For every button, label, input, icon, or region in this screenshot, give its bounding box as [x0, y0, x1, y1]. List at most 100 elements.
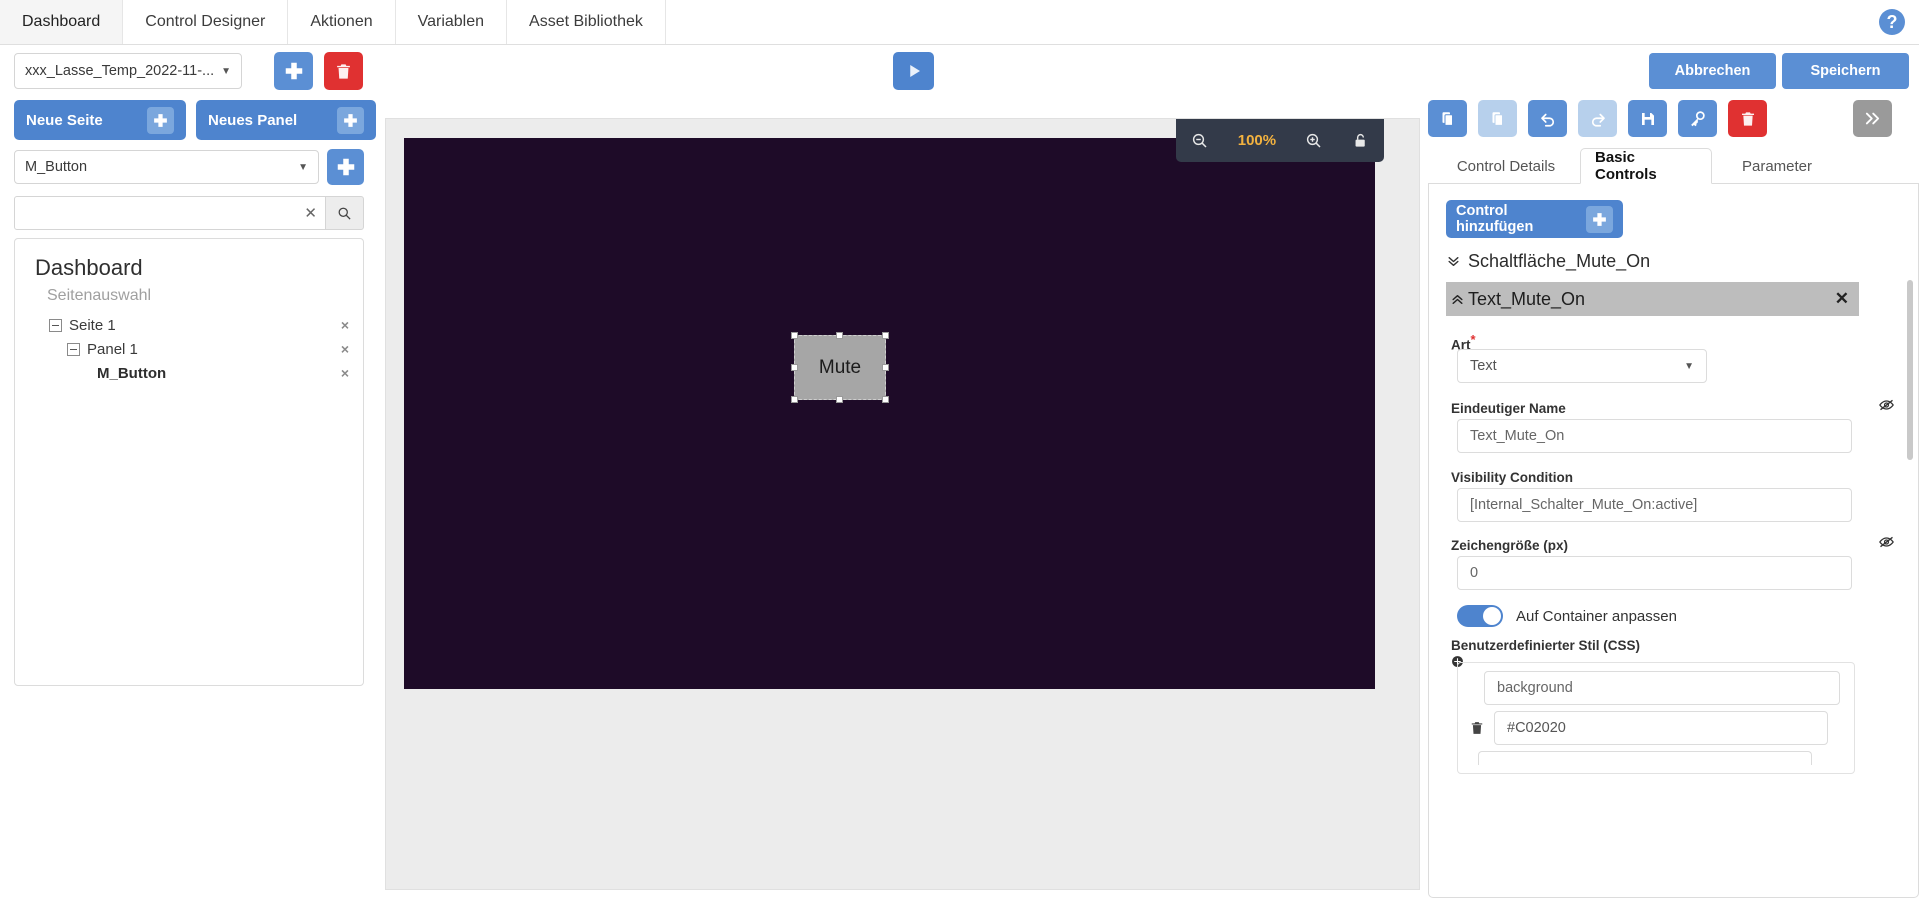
tree-node-remove-icon[interactable]: ×	[341, 365, 349, 381]
new-page-button[interactable]: Neue Seite	[14, 100, 186, 140]
search-input[interactable]: ✕	[14, 196, 326, 230]
nav-tab-variablen[interactable]: Variablen	[396, 0, 508, 44]
css-property-value: background	[1497, 680, 1573, 696]
paste-button[interactable]	[1478, 100, 1517, 137]
zoom-out-icon[interactable]	[1191, 132, 1209, 150]
unique-name-value: Text_Mute_On	[1470, 428, 1565, 444]
properties-toolbar	[1428, 100, 1919, 140]
trash-icon	[1741, 111, 1754, 126]
play-icon	[909, 65, 920, 77]
save-control-button[interactable]	[1628, 100, 1667, 137]
css-value-input[interactable]: #C02020	[1494, 711, 1828, 745]
undo-icon	[1540, 113, 1554, 127]
zoom-toolbar: 100%	[1176, 119, 1384, 162]
delete-project-button[interactable]	[324, 52, 363, 90]
nav-tab-control-designer-label: Control Designer	[145, 13, 266, 30]
nav-tab-aktionen[interactable]: Aktionen	[288, 0, 396, 44]
preview-play-button[interactable]	[893, 52, 934, 90]
floppy-save-icon	[1641, 112, 1654, 125]
search-icon	[338, 207, 351, 220]
dashboard-canvas[interactable]: Mute	[404, 138, 1375, 689]
resize-handle-e[interactable]	[882, 363, 889, 371]
properties-scrollbar[interactable]	[1907, 280, 1913, 460]
unique-name-input[interactable]: Text_Mute_On	[1457, 419, 1852, 453]
delete-css-icon[interactable]	[1470, 720, 1484, 736]
resize-handle-s[interactable]	[836, 396, 843, 403]
custom-css-block: background #C02020	[1457, 662, 1855, 774]
control-group-text-mute-on[interactable]: Text_Mute_On ✕	[1446, 282, 1859, 316]
cancel-button[interactable]: Abbrechen	[1649, 53, 1776, 89]
help-icon[interactable]: ?	[1879, 9, 1905, 35]
collapse-toggle-icon[interactable]	[49, 318, 62, 332]
canvas-control-mute[interactable]: Mute	[791, 332, 889, 403]
search-button[interactable]	[325, 196, 364, 230]
key-button[interactable]	[1678, 100, 1717, 137]
tree-node-seite-1[interactable]: Seite 1 ×	[15, 313, 363, 337]
resize-handle-sw[interactable]	[791, 396, 798, 403]
control-select-value: M_Button	[25, 159, 88, 175]
resize-handle-nw[interactable]	[791, 332, 798, 339]
custom-css-label-text: Benutzerdefinierter Stil (CSS)	[1451, 638, 1641, 653]
tree-node-remove-icon[interactable]: ×	[341, 341, 349, 357]
new-panel-button[interactable]: Neues Panel	[196, 100, 376, 140]
tab-parameter-label: Parameter	[1741, 157, 1813, 175]
tab-control-details-label: Control Details	[1456, 157, 1556, 175]
css-property-input[interactable]: background	[1484, 671, 1840, 705]
lock-icon[interactable]	[1352, 132, 1369, 150]
resize-handle-ne[interactable]	[882, 332, 889, 339]
eye-off-icon[interactable]	[1877, 397, 1896, 413]
delete-control-button[interactable]	[1728, 100, 1767, 137]
control-group-schaltflaeche-mute-on[interactable]: Schaltfläche_Mute_On	[1446, 247, 1859, 275]
plus-icon	[1586, 205, 1613, 233]
search-row: ✕	[14, 196, 364, 230]
art-select[interactable]: Text ▼	[1457, 349, 1707, 383]
add-project-button[interactable]	[274, 52, 313, 90]
tab-control-details[interactable]: Control Details	[1440, 148, 1572, 184]
zoom-level-label: 100%	[1237, 132, 1277, 149]
clear-icon[interactable]: ✕	[304, 204, 317, 222]
nav-tab-asset-bibliothek[interactable]: Asset Bibliothek	[507, 0, 666, 44]
add-control-shortcut-button[interactable]	[327, 149, 364, 185]
expand-panel-button[interactable]	[1853, 100, 1892, 137]
save-button[interactable]: Speichern	[1782, 53, 1909, 89]
tree-node-remove-icon[interactable]: ×	[341, 317, 349, 333]
visibility-condition-input[interactable]: [Internal_Schalter_Mute_On:active]	[1457, 488, 1852, 522]
css-next-value-input[interactable]	[1478, 751, 1812, 765]
copy-button[interactable]	[1428, 100, 1467, 137]
tab-basic-controls[interactable]: Basic Controls	[1580, 148, 1712, 184]
control-select[interactable]: M_Button ▼	[14, 150, 319, 184]
fit-container-toggle[interactable]	[1457, 605, 1503, 627]
resize-handle-w[interactable]	[791, 363, 798, 371]
copy-icon	[1442, 112, 1453, 126]
nav-tab-dashboard[interactable]: Dashboard	[0, 0, 124, 44]
tree-node-label: Panel 1	[87, 340, 138, 358]
tree-node-label: Seite 1	[69, 316, 116, 334]
collapse-toggle-icon[interactable]	[67, 342, 80, 356]
redo-button[interactable]	[1578, 100, 1617, 137]
add-control-button[interactable]: Control hinzufügen	[1446, 200, 1623, 238]
zoom-in-icon[interactable]	[1305, 132, 1323, 150]
chevron-double-up-icon	[1446, 293, 1468, 306]
cancel-button-label: Abbrechen	[1674, 63, 1751, 79]
art-select-value: Text	[1470, 358, 1497, 374]
project-select[interactable]: xxx_Lasse_Temp_2022-11-... ▼	[14, 53, 242, 89]
new-page-button-label: Neue Seite	[26, 111, 103, 129]
resize-handle-se[interactable]	[882, 396, 889, 403]
canvas-area: Mute 100%	[385, 118, 1420, 890]
tree-node-panel-1[interactable]: Panel 1 ×	[15, 337, 363, 361]
close-icon[interactable]: ✕	[1835, 289, 1849, 309]
paste-icon	[1492, 112, 1503, 126]
eye-off-icon[interactable]	[1877, 534, 1896, 550]
new-panel-button-label: Neues Panel	[208, 111, 298, 129]
tab-parameter[interactable]: Parameter	[1722, 148, 1832, 184]
add-control-button-label: Control hinzufügen	[1456, 203, 1534, 235]
css-value-text: #C02020	[1507, 720, 1566, 736]
chevron-double-down-icon	[1446, 255, 1468, 268]
undo-button[interactable]	[1528, 100, 1567, 137]
tree-node-m-button[interactable]: M_Button ×	[15, 361, 363, 385]
resize-handle-n[interactable]	[836, 332, 843, 339]
font-size-input[interactable]: 0	[1457, 556, 1852, 590]
required-marker: *	[1470, 332, 1476, 347]
page-tree-panel: Dashboard Seitenauswahl Seite 1 × Panel …	[14, 238, 364, 686]
nav-tab-control-designer[interactable]: Control Designer	[123, 0, 289, 44]
